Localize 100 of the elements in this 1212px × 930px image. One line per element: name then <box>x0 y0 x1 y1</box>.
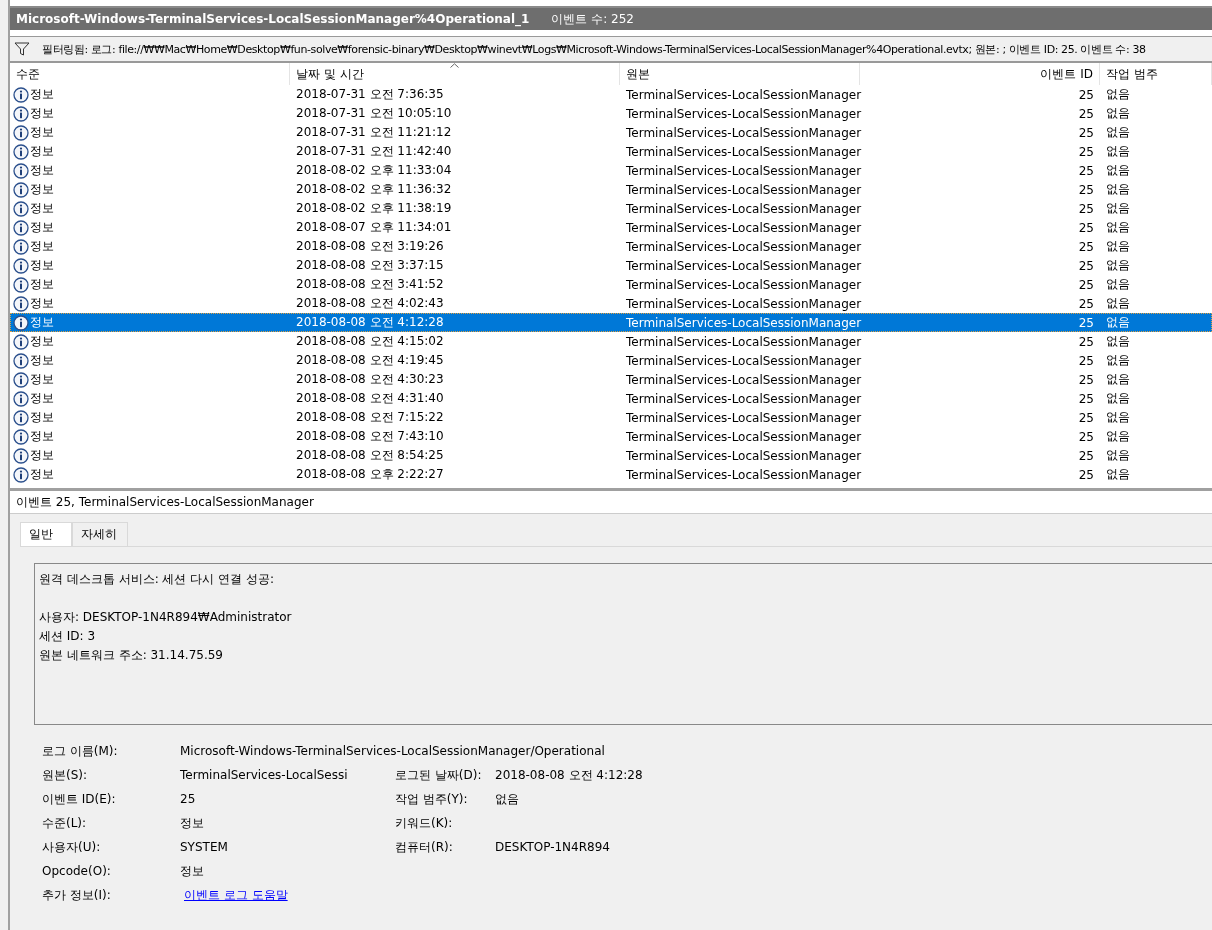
event-row[interactable]: 정보 2018-08-02 오후 11:36:32 TerminalServices-LocalSessionManager 25 없음 <box>10 180 1212 199</box>
source-text: TerminalServices-LocalSessionManager <box>626 201 862 216</box>
column-header[interactable]: 날짜 및 시간 <box>290 63 620 85</box>
info-icon <box>13 371 29 388</box>
event-row[interactable]: 정보 2018-08-08 오전 3:41:52 TerminalServices-LocalSessionManager 25 없음 <box>10 275 1212 294</box>
date-text: 2018-08-08 오전 4:12:28 <box>296 314 444 331</box>
event-row[interactable]: 정보 2018-08-08 오전 3:19:26 TerminalServices-LocalSessionManager 25 없음 <box>10 237 1212 256</box>
source-text: TerminalServices-LocalSessionManager <box>626 410 862 425</box>
event-row[interactable]: 정보 2018-08-02 오후 11:33:04 TerminalServices-LocalSessionManager 25 없음 <box>10 161 1212 180</box>
event-row[interactable]: 정보 2018-08-08 오전 4:31:40 TerminalServices-LocalSessionManager 25 없음 <box>10 389 1212 408</box>
event-row[interactable]: 정보 2018-08-08 오후 2:22:27 TerminalServices-LocalSessionManager 25 없음 <box>10 465 1212 484</box>
field-label: 작업 범주(Y): <box>395 791 468 806</box>
event-row[interactable]: 정보 2018-08-08 오전 7:43:10 TerminalServices-LocalSessionManager 25 없음 <box>10 427 1212 446</box>
help-link[interactable]: 이벤트 로그 도움말 <box>184 886 288 904</box>
event-row[interactable]: 정보 2018-08-08 오전 4:15:02 TerminalServices-LocalSessionManager 25 없음 <box>10 332 1212 351</box>
level-text: 정보 <box>30 390 54 407</box>
field-value: 2018-08-08 오전 4:12:28 <box>495 767 643 782</box>
date-text: 2018-08-02 오후 11:38:19 <box>296 200 452 217</box>
event-row[interactable]: 정보 2018-07-31 오전 10:05:10 TerminalServices-LocalSessionManager 25 없음 <box>10 104 1212 123</box>
field-label: 컴퓨터(R): <box>395 839 453 854</box>
date-text: 2018-08-02 오후 11:36:32 <box>296 181 452 198</box>
level-text: 정보 <box>30 428 54 445</box>
level-text: 정보 <box>30 295 54 312</box>
field-label: 로그된 날짜(D): <box>395 767 482 782</box>
category-text: 없음 <box>1106 105 1130 122</box>
event-row[interactable]: 정보 2018-07-31 오전 11:42:40 TerminalServices-LocalSessionManager 25 없음 <box>10 142 1212 161</box>
event-row[interactable]: 정보 2018-08-08 오전 4:19:45 TerminalServices-LocalSessionManager 25 없음 <box>10 351 1212 370</box>
category-text: 없음 <box>1106 352 1130 369</box>
info-icon <box>13 257 29 274</box>
filter-icon <box>14 42 30 56</box>
message-line: 세션 ID: 3 <box>39 629 96 643</box>
level-text: 정보 <box>30 371 54 388</box>
event-id-text: 25 <box>1078 277 1094 292</box>
date-text: 2018-08-08 오전 7:15:22 <box>296 409 444 426</box>
category-text: 없음 <box>1106 314 1130 331</box>
info-icon <box>13 238 29 255</box>
category-text: 없음 <box>1106 238 1130 255</box>
info-icon <box>13 105 29 122</box>
event-id-text: 25 <box>1078 334 1094 349</box>
date-text: 2018-08-08 오후 2:22:27 <box>296 466 444 483</box>
info-icon <box>13 219 29 236</box>
field-label: Opcode(O): <box>42 864 112 878</box>
tab[interactable]: 일반 <box>20 522 72 546</box>
field-value: SYSTEM <box>180 840 228 854</box>
date-text: 2018-08-08 오전 8:54:25 <box>296 447 444 464</box>
field-value: Microsoft-Windows-TerminalServices-LocalSessionManager/Operational <box>180 744 605 758</box>
column-header[interactable]: 수준 <box>10 63 290 85</box>
event-id-text: 25 <box>1078 429 1094 444</box>
date-text: 2018-07-31 오전 11:42:40 <box>296 143 452 160</box>
level-text: 정보 <box>30 86 54 103</box>
level-text: 정보 <box>30 143 54 160</box>
event-id-text: 25 <box>1078 163 1094 178</box>
category-text: 없음 <box>1106 390 1130 407</box>
event-row[interactable]: 정보 2018-08-08 오전 7:15:22 TerminalServices-LocalSessionManager 25 없음 <box>10 408 1212 427</box>
level-text: 정보 <box>30 219 54 236</box>
event-row[interactable]: 정보 2018-08-08 오전 3:37:15 TerminalServices-LocalSessionManager 25 없음 <box>10 256 1212 275</box>
column-header[interactable]: 이벤트 ID <box>860 63 1100 85</box>
event-id-text: 25 <box>1078 353 1094 368</box>
level-text: 정보 <box>30 162 54 179</box>
event-row[interactable]: 정보 2018-08-08 오전 4:02:43 TerminalServices-LocalSessionManager 25 없음 <box>10 294 1212 313</box>
date-text: 2018-07-31 오전 7:36:35 <box>296 86 444 103</box>
source-text: TerminalServices-LocalSessionManager <box>626 144 862 159</box>
category-text: 없음 <box>1106 124 1130 141</box>
event-id-text: 25 <box>1078 448 1094 463</box>
source-text: TerminalServices-LocalSessionManager <box>626 353 862 368</box>
source-text: TerminalServices-LocalSessionManager <box>626 87 862 102</box>
level-text: 정보 <box>30 238 54 255</box>
event-row[interactable]: 정보 2018-08-07 오후 11:34:01 TerminalServices-LocalSessionManager 25 없음 <box>10 218 1212 237</box>
tab[interactable]: 자세히 <box>72 522 128 546</box>
info-icon <box>13 295 29 312</box>
category-text: 없음 <box>1106 257 1130 274</box>
column-header[interactable]: 작업 범주 <box>1100 63 1212 85</box>
field-value: 25 <box>180 792 196 806</box>
category-text: 없음 <box>1106 219 1130 236</box>
date-text: 2018-08-08 오전 4:19:45 <box>296 352 444 369</box>
event-row[interactable]: 정보 2018-08-08 오전 4:12:28 TerminalServices-LocalSessionManager 25 없음 <box>10 313 1212 332</box>
event-row[interactable]: 정보 2018-08-08 오전 4:30:23 TerminalServices-LocalSessionManager 25 없음 <box>10 370 1212 389</box>
event-id-text: 25 <box>1078 220 1094 235</box>
source-text: TerminalServices-LocalSessionManager <box>626 391 862 406</box>
log-title: Microsoft-Windows-TerminalServices-LocalSessionManager%4Operational_1 <box>16 12 530 26</box>
category-text: 없음 <box>1106 143 1130 160</box>
event-id-text: 25 <box>1078 144 1094 159</box>
event-id-text: 25 <box>1078 296 1094 311</box>
event-row[interactable]: 정보 2018-08-02 오후 11:38:19 TerminalServices-LocalSessionManager 25 없음 <box>10 199 1212 218</box>
event-row[interactable]: 정보 2018-08-08 오전 8:54:25 TerminalServices-LocalSessionManager 25 없음 <box>10 446 1212 465</box>
info-icon <box>13 181 29 198</box>
field-label: 원본(S): <box>42 766 89 784</box>
sort-caret-icon <box>450 63 459 68</box>
event-id-text: 25 <box>1078 106 1094 121</box>
event-id-text: 25 <box>1078 467 1094 482</box>
column-header[interactable]: 원본 <box>620 63 860 85</box>
date-text: 2018-08-08 오전 4:30:23 <box>296 371 444 388</box>
category-text: 없음 <box>1106 409 1130 426</box>
category-text: 없음 <box>1106 162 1130 179</box>
date-text: 2018-08-07 오후 11:34:01 <box>296 219 452 236</box>
event-id-text: 25 <box>1078 201 1094 216</box>
date-text: 2018-07-31 오전 10:05:10 <box>296 105 452 122</box>
category-text: 없음 <box>1106 447 1130 464</box>
event-row[interactable]: 정보 2018-07-31 오전 7:36:35 TerminalServices-LocalSessionManager 25 없음 <box>10 85 1212 104</box>
event-row[interactable]: 정보 2018-07-31 오전 11:21:12 TerminalServices-LocalSessionManager 25 없음 <box>10 123 1212 142</box>
